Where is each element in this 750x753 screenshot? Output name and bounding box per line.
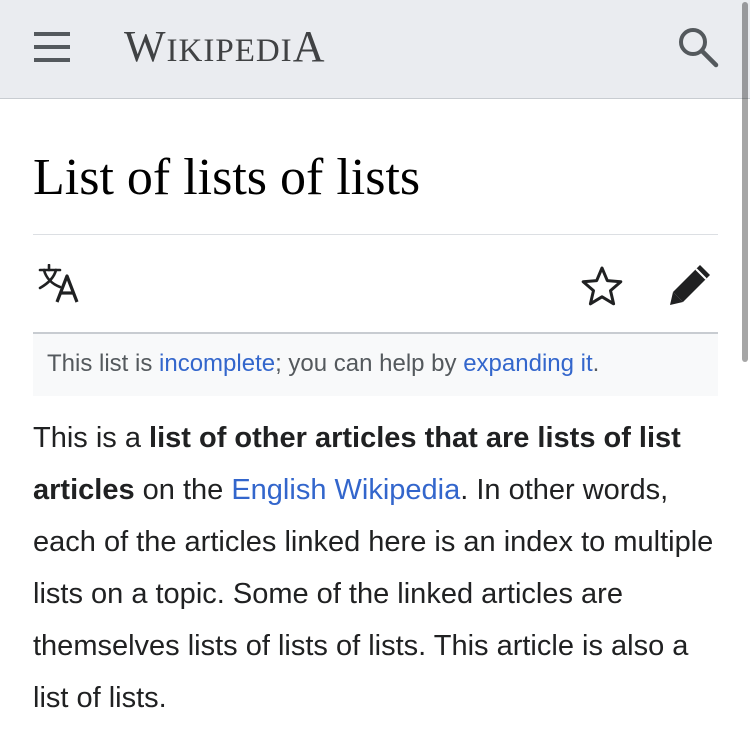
incomplete-list-notice: This list is incomplete; you can help by… — [33, 332, 718, 396]
edit-button[interactable] — [667, 262, 713, 308]
language-icon — [38, 263, 79, 303]
language-button[interactable] — [38, 263, 84, 306]
expanding-it-link[interactable]: expanding it — [463, 350, 592, 377]
wikipedia-wordmark[interactable]: WIKIPEDIA — [124, 22, 325, 76]
watch-button[interactable] — [580, 265, 624, 307]
app-header: WIKIPEDIA — [0, 0, 750, 99]
star-icon — [581, 266, 623, 306]
hamburger-menu-icon — [34, 32, 70, 62]
main-menu-button[interactable] — [30, 28, 74, 66]
intro-text-3: . In other words, each of the articles l… — [33, 474, 714, 714]
scrollbar[interactable] — [742, 2, 748, 362]
incomplete-link[interactable]: incomplete — [159, 350, 275, 377]
search-icon — [679, 28, 719, 68]
intro-text-2: on the — [134, 474, 232, 506]
notice-text-1: This list is — [47, 350, 160, 377]
notice-text-3: . — [592, 350, 600, 377]
title-divider — [33, 234, 718, 235]
notice-text-2: ; you can help by — [275, 350, 464, 377]
page-title: List of lists of lists — [33, 149, 421, 206]
search-button[interactable] — [676, 25, 720, 69]
pencil-icon — [670, 265, 710, 305]
english-wikipedia-link[interactable]: English Wikipedia — [231, 474, 460, 506]
intro-paragraph: This is a list of other articles that ar… — [33, 412, 723, 724]
intro-text-1: This is a — [33, 422, 150, 454]
